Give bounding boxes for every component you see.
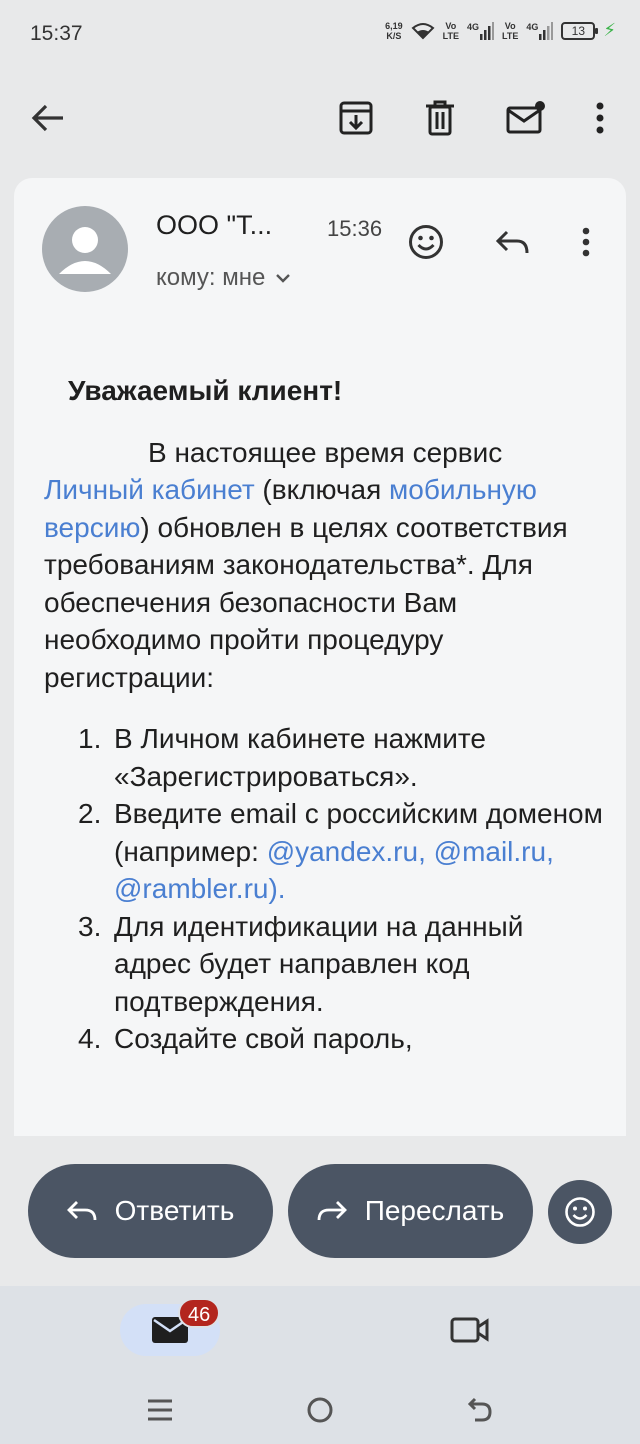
forward-pill-button[interactable]: Переслать [288,1164,533,1258]
bottom-nav: 46 [0,1286,640,1378]
add-reaction-button[interactable] [402,218,450,266]
greeting: Уважаемый клиент! [68,375,343,406]
person-icon [59,227,111,274]
chevron-down-icon [276,274,291,283]
back-button[interactable] [24,94,72,142]
recipient-toggle[interactable]: кому: мне [156,264,291,292]
emoji-icon [409,225,443,259]
react-button[interactable] [548,1180,612,1244]
list-item: 3. Для идентификации на данный адрес буд… [78,910,524,1017]
sender-name[interactable]: ООО "Т... [156,210,272,241]
battery-icon: 13 [561,21,599,40]
emoji-icon [565,1197,595,1227]
signal-2: 4G [526,21,554,40]
reply-icon [66,1201,97,1221]
forward-icon [317,1201,347,1221]
status-icons: 6,19 K/S Vo LTE 4G Vo LTE 4G 13 ⚡ [385,20,616,41]
mark-unread-button[interactable] [502,94,550,142]
back-arrow-icon [31,104,63,132]
home-button[interactable] [300,1392,340,1428]
nav-meet-tab[interactable] [446,1310,494,1350]
list-item: 4. Создайте свой пароль, [78,1023,413,1054]
cabinet-link[interactable]: Личный кабинет [44,474,255,505]
network-speed: 6,19 K/S [385,20,403,41]
video-camera-icon [450,1317,489,1343]
avatar[interactable] [42,206,128,292]
recipient-label: кому: мне [156,264,266,291]
status-bar: 15:37 6,19 K/S Vo LTE 4G Vo LTE 4G 13 ⚡ [0,0,640,70]
reply-label: Ответить [114,1195,235,1226]
delete-icon [426,100,454,136]
delete-button[interactable] [416,94,464,142]
archive-icon [339,101,373,135]
more-vert-icon [582,227,590,257]
toolbar [0,70,640,178]
home-circle-icon [307,1397,333,1423]
menu-icon [148,1399,172,1421]
email-card: ООО "Т... 15:36 кому: мне Уважаемый клие… [14,178,626,1136]
volte-1: Vo LTE [442,20,459,41]
list-item: 1. В Личном кабинете нажмите «Зарегистри… [78,723,486,792]
message-more-button[interactable] [562,218,610,266]
system-back-button[interactable] [460,1392,500,1428]
mark-unread-icon [506,101,545,134]
system-nav [0,1378,640,1444]
mail-link[interactable]: @mail.ru, [434,836,554,867]
action-bar: Ответить Переслать [0,1136,640,1286]
more-options-button[interactable] [576,94,624,142]
list-item: 2. Введите email с российским доменом (н… [78,798,603,904]
back-icon [467,1397,492,1422]
reply-button[interactable] [488,218,536,266]
signal-1: 4G [467,21,494,40]
signal-bars-icon [480,21,494,40]
archive-button[interactable] [332,94,380,142]
forward-label: Переслать [364,1195,505,1226]
steps-list: 1. В Личном кабинете нажмите «Зарегистри… [44,720,604,1058]
unread-badge: 46 [178,1298,221,1328]
volte-2: Vo LTE [502,20,519,41]
more-vert-icon [596,102,604,134]
reply-pill-button[interactable]: Ответить [28,1164,273,1258]
email-body: Уважаемый клиент! В настоящее время серв… [44,372,604,1058]
email-time: 15:36 [327,216,383,241]
intro-paragraph: В настоящее время сервис Личный кабинет … [44,436,568,693]
charging-icon: ⚡ [603,20,616,40]
signal-bars-icon [539,21,554,40]
wifi-icon [411,22,435,39]
recents-button[interactable] [140,1392,180,1428]
rambler-link[interactable]: @rambler.ru). [114,873,286,904]
yandex-link[interactable]: @yandex.ru, [267,836,426,867]
reply-icon [495,230,529,254]
status-time: 15:37 [30,22,83,45]
